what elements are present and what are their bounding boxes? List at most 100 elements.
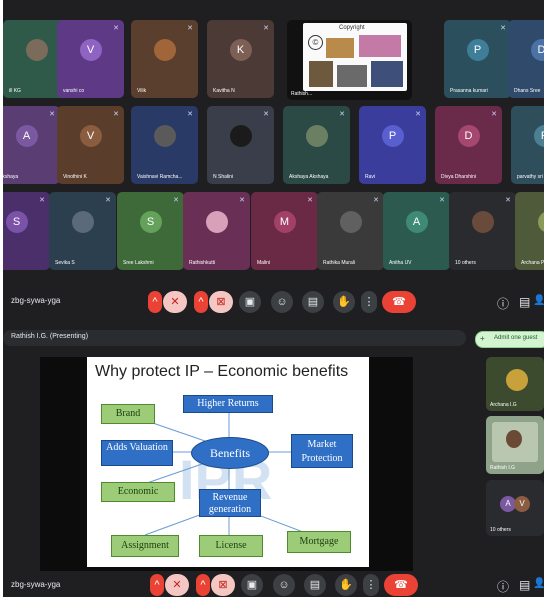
chat-icon[interactable]: ▤	[519, 295, 530, 309]
participant-tile[interactable]: ✕ Rathishkutti	[183, 192, 250, 270]
node-assignment: Assignment	[111, 535, 179, 557]
camera-off-icon[interactable]: ⊠	[209, 291, 233, 313]
participant-tile[interactable]: A ✕ Anitha UV	[383, 192, 450, 270]
side-participant-tile[interactable]: Rathish I.G	[486, 416, 544, 474]
presenting-label: Rathish I.G. (Presenting)	[11, 333, 89, 340]
participant-tile[interactable]: S ✕ Sree Lakshmi	[117, 192, 184, 270]
participant-tile[interactable]: ✕ Rathika Murali	[317, 192, 384, 270]
info-icon[interactable]: ⓘ	[497, 295, 509, 312]
raise-hand-icon[interactable]: ✋	[333, 291, 355, 313]
muted-mic-icon: ✕	[415, 111, 421, 118]
mic-options-chevron-icon[interactable]: ^	[150, 574, 164, 596]
participant-tile[interactable]: P ✕ Prasanna kumari	[444, 20, 511, 98]
image-thumbnail	[359, 35, 401, 57]
muted-mic-icon: ✕	[263, 111, 269, 118]
image-thumbnail	[371, 61, 403, 87]
muted-mic-icon: ✕	[263, 25, 269, 32]
mic-off-icon[interactable]: ✕	[165, 574, 189, 596]
bottom-control-bar: zbg-sywa-yga ^ ✕ ^ ⊠ ▣ ☺ ▤ ✋ ⋮ ☎ ⓘ ▤ 👤	[3, 571, 544, 597]
participant-tile[interactable]: D ✕ Divya Dharshini	[435, 106, 502, 184]
avatar	[229, 124, 252, 147]
mic-off-icon[interactable]: ✕	[163, 291, 187, 313]
muted-mic-icon: ✕	[113, 111, 119, 118]
camera-options-chevron-icon[interactable]: ^	[196, 574, 210, 596]
node-brand: Brand	[101, 404, 155, 424]
participant-tile[interactable]: K ✕ Kavitha N	[207, 20, 274, 98]
participant-name: Rathika Murali	[323, 260, 355, 266]
info-icon[interactable]: ⓘ	[497, 578, 509, 595]
participant-tile[interactable]: ✕ N Shalini	[207, 106, 274, 184]
others-tile[interactable]: A V 10 others	[486, 480, 544, 536]
emoji-icon[interactable]: ☺	[271, 291, 293, 313]
participant-tile[interactable]: V ✕ vanshi co	[57, 20, 124, 98]
muted-mic-icon: ✕	[49, 111, 55, 118]
chat-icon[interactable]: ▤	[519, 578, 530, 592]
participant-name: Dhans Sree	[514, 88, 541, 94]
participant-tile[interactable]: ✕ Vaishnavi Ramcha...	[131, 106, 198, 184]
avatar: V	[514, 496, 530, 512]
avatar: V	[79, 124, 102, 147]
people-icon[interactable]: 👤	[533, 295, 544, 306]
muted-mic-icon: ✕	[307, 197, 313, 204]
muted-mic-icon: ✕	[187, 111, 193, 118]
end-call-icon[interactable]: ☎	[382, 291, 416, 313]
participant-tile[interactable]: ✕ Vilik	[131, 20, 198, 98]
presenter-name: Rathish...	[291, 91, 313, 97]
meeting-code: zbg-sywa-yga	[11, 580, 61, 589]
participant-tile[interactable]: M ✕ Malini	[251, 192, 318, 270]
avatar: P	[381, 124, 404, 147]
participant-name: Divya Dharshini	[441, 174, 477, 180]
avatar: S	[139, 210, 162, 233]
end-call-icon[interactable]: ☎	[384, 574, 418, 596]
camera-options-chevron-icon[interactable]: ^	[194, 291, 208, 313]
admit-guest-button[interactable]: + Admit one guest	[475, 331, 544, 348]
participant-tile[interactable]: D✕Dhans Sree	[508, 20, 544, 98]
avatar: S	[5, 210, 28, 233]
participant-tile[interactable]: S ✕	[3, 192, 50, 270]
participant-tile[interactable]: V ✕ Vinothini K	[57, 106, 124, 184]
screen-share-tile[interactable]: Copyright © Rathish...	[287, 20, 412, 100]
image-thumbnail	[326, 38, 354, 58]
participant-name: Prasanna kumari	[450, 88, 488, 94]
avatar: A	[405, 210, 428, 233]
avatar	[205, 210, 228, 233]
emoji-icon[interactable]: ☺	[273, 574, 295, 596]
meeting-code: zbg-sywa-yga	[11, 296, 61, 305]
node-benefits: Benefits	[191, 437, 269, 469]
avatar	[71, 210, 94, 233]
participant-gallery: ✕ ill KG V ✕ vanshi co ✕ Vilik K ✕ Kavitha N P ✕ Pra…	[3, 8, 544, 280]
more-options-icon[interactable]: ⋮	[363, 574, 379, 596]
participant-name: Akshaya Akshaya	[289, 174, 329, 180]
avatar	[305, 124, 328, 147]
participant-tile[interactable]: ✕ Sevika S	[49, 192, 116, 270]
more-options-icon[interactable]: ⋮	[361, 291, 377, 313]
present-icon[interactable]: ▤	[302, 291, 324, 313]
meet-window: ✕ ill KG V ✕ vanshi co ✕ Vilik K ✕ Kavitha N P ✕ Pra…	[3, 0, 544, 597]
people-icon[interactable]: 👤	[533, 578, 544, 589]
present-icon[interactable]: ▤	[304, 574, 326, 596]
avatar: V	[79, 38, 102, 61]
participant-tile[interactable]: ✕ Akshaya Akshaya	[283, 106, 350, 184]
mic-options-chevron-icon[interactable]: ^	[148, 291, 162, 313]
muted-mic-icon: ✕	[500, 25, 506, 32]
avatar: P	[533, 124, 544, 147]
shared-slide-thumbnail: Copyright ©	[303, 23, 407, 91]
participant-tile[interactable]: P✕parvathy sri	[511, 106, 544, 184]
participant-name: ill KG	[9, 88, 21, 94]
participant-name: Anitha UV	[389, 260, 412, 266]
slide-heading: Copyright	[339, 25, 365, 31]
captions-icon[interactable]: ▣	[241, 574, 263, 596]
captions-icon[interactable]: ▣	[239, 291, 261, 313]
participant-tile[interactable]: A ✕ Akshaya	[3, 106, 60, 184]
avatar: M	[273, 210, 296, 233]
node-economic: Economic	[101, 482, 175, 502]
side-participant-tile[interactable]: Archana I.G	[486, 357, 544, 411]
participant-name: Archana P	[521, 260, 544, 266]
participant-tile[interactable]: P ✕ Ravi	[359, 106, 426, 184]
raise-hand-icon[interactable]: ✋	[335, 574, 357, 596]
participant-tile[interactable]: ✕Archana P	[515, 192, 544, 270]
camera-off-icon[interactable]: ⊠	[211, 574, 235, 596]
participant-tile[interactable]: ✕ 10 others	[449, 192, 516, 270]
participant-name: parvathy sri	[517, 174, 543, 180]
participant-name: Sevika S	[55, 260, 75, 266]
